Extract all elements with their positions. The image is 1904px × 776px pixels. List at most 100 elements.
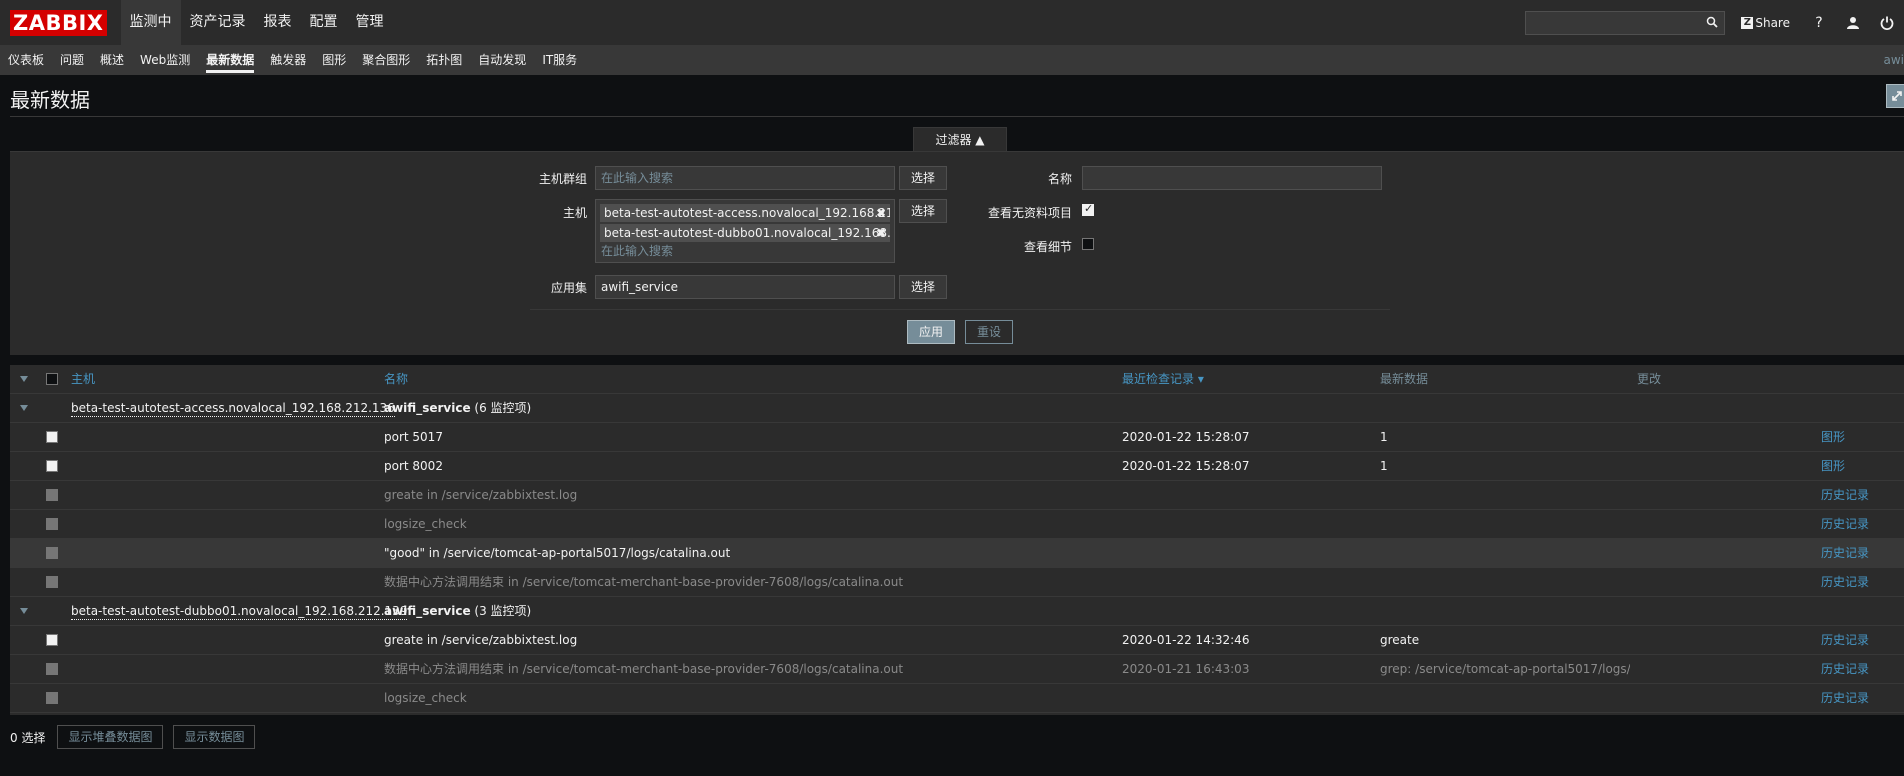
item-name: port 5017 — [384, 430, 443, 444]
data-graph-button[interactable]: 显示数据图 — [173, 725, 256, 749]
app-input[interactable]: awifi_service — [595, 275, 895, 299]
item-last-check: 2020-01-22 14:32:46 — [1122, 633, 1250, 647]
table-row: logsize_check 历史记录 — [10, 684, 1904, 713]
share-z-icon: Z — [1741, 16, 1754, 29]
subnav-problems[interactable]: 问题 — [52, 45, 92, 75]
user-profile-icon[interactable] — [1836, 0, 1870, 45]
sub-navigation: 仪表板 问题 概述 Web监测 最新数据 触发器 图形 聚合图形 拓扑图 自动发… — [0, 45, 1904, 75]
menu-reports[interactable]: 报表 — [255, 0, 301, 45]
subnav-discovery[interactable]: 自动发现 — [470, 45, 534, 75]
hostgroup-label: 主机群组 — [538, 172, 587, 186]
item-name: 数据中心方法调用结束 in /service/tomcat-merchant-b… — [384, 662, 904, 676]
host-tag: beta-test-autotest-dubbo01.novalocal_192… — [600, 224, 890, 242]
header-change: 更改 — [1637, 372, 1662, 386]
table-row: "good" in /service/tomcat-ap-portal5017/… — [10, 539, 1904, 568]
select-all-checkbox[interactable] — [46, 373, 58, 385]
table-footer: 0 选择 显示堆叠数据图 显示数据图 — [10, 725, 256, 749]
collapse-group-icon[interactable] — [20, 608, 28, 614]
item-action-link[interactable]: 图形 — [1821, 423, 1845, 451]
item-name: 数据中心方法调用结束 in /service/tomcat-merchant-b… — [384, 575, 904, 589]
menu-configuration[interactable]: 配置 — [301, 0, 347, 45]
table-row: greate in /service/zabbixtest.log 历史记录 — [10, 481, 1904, 510]
row-checkbox[interactable] — [46, 634, 58, 646]
stacked-graph-button[interactable]: 显示堆叠数据图 — [57, 725, 164, 749]
header-last-check[interactable]: 最近检查记录 ▾ — [1122, 365, 1204, 393]
subnav-overview[interactable]: 概述 — [92, 45, 132, 75]
filter-toggle-tab[interactable]: 过滤器 ▲ — [913, 127, 1007, 151]
table-row: port 8002 2020-01-22 15:28:07 1 图形 — [10, 452, 1904, 481]
host-label: 主机 — [562, 206, 587, 220]
filter-separator — [530, 309, 1390, 310]
logout-icon[interactable] — [1870, 0, 1904, 45]
menu-administration[interactable]: 管理 — [347, 0, 393, 45]
hostgroup-select-button[interactable]: 选择 — [899, 166, 947, 190]
remove-host-icon[interactable]: ✖ — [876, 224, 886, 242]
share-label: Share — [1755, 15, 1790, 30]
row-checkbox[interactable] — [46, 547, 58, 559]
subnav-graphs[interactable]: 图形 — [314, 45, 354, 75]
apply-button[interactable]: 应用 — [907, 320, 955, 344]
item-action-link[interactable]: 历史记录 — [1821, 626, 1869, 654]
item-last-value: 1 — [1380, 459, 1388, 473]
application-label: awifi_service (6 监控项) — [384, 394, 531, 422]
subnav-dashboard[interactable]: 仪表板 — [0, 45, 52, 75]
fullscreen-button[interactable] — [1886, 84, 1904, 108]
hostgroup-input[interactable]: 在此输入搜索 — [595, 166, 895, 190]
row-checkbox[interactable] — [46, 518, 58, 530]
item-action-link[interactable]: 历史记录 — [1821, 568, 1869, 596]
header-host[interactable]: 主机 — [71, 365, 95, 393]
reset-button[interactable]: 重设 — [965, 320, 1013, 344]
item-action-link[interactable]: 历史记录 — [1821, 481, 1869, 509]
subnav-screens[interactable]: 聚合图形 — [354, 45, 418, 75]
item-action-link[interactable]: 历史记录 — [1821, 539, 1869, 567]
subnav-maps[interactable]: 拓扑图 — [418, 45, 470, 75]
host-select-button[interactable]: 选择 — [899, 199, 947, 223]
item-name: greate in /service/zabbixtest.log — [384, 633, 578, 647]
collapse-all-icon[interactable] — [20, 376, 28, 382]
show-without-data-checkbox[interactable] — [1082, 202, 1094, 216]
collapse-group-icon[interactable] — [20, 405, 28, 411]
share-button[interactable]: Z Share — [1741, 16, 1790, 30]
row-checkbox[interactable] — [46, 663, 58, 675]
search-input[interactable] — [1525, 10, 1726, 35]
name-input[interactable] — [1082, 166, 1382, 190]
menu-monitoring[interactable]: 监测中 — [120, 0, 181, 45]
host-group-row: beta-test-autotest-access.novalocal_192.… — [10, 394, 1904, 423]
table-row: 数据中心方法调用结束 in /service/tomcat-merchant-b… — [10, 568, 1904, 597]
menu-inventory[interactable]: 资产记录 — [181, 0, 255, 45]
host-link[interactable]: beta-test-autotest-dubbo01.novalocal_192… — [71, 604, 408, 620]
item-name: logsize_check — [384, 517, 467, 531]
show-details-checkbox[interactable] — [1082, 238, 1094, 250]
host-search-placeholder[interactable]: 在此输入搜索 — [601, 242, 673, 259]
row-checkbox[interactable] — [46, 692, 58, 704]
header-name[interactable]: 名称 — [384, 365, 408, 393]
subnav-triggers[interactable]: 触发器 — [262, 45, 314, 75]
row-checkbox[interactable] — [46, 489, 58, 501]
host-multiselect[interactable]: beta-test-autotest-access.novalocal_192.… — [595, 199, 895, 263]
item-action-link[interactable]: 图形 — [1821, 452, 1845, 480]
subnav-web[interactable]: Web监测 — [132, 45, 198, 75]
application-name: awifi_service — [384, 401, 471, 415]
row-checkbox[interactable] — [46, 431, 58, 443]
zabbix-logo[interactable]: ZABBIX — [10, 9, 107, 36]
host-tag-label: beta-test-autotest-access.novalocal_192.… — [604, 206, 890, 220]
help-icon[interactable]: ? — [1802, 0, 1836, 45]
subnav-latest-data[interactable]: 最新数据 — [198, 45, 262, 75]
search-icon[interactable] — [1706, 16, 1718, 28]
item-last-check: 2020-01-22 15:28:07 — [1122, 430, 1250, 444]
top-bar: ZABBIX 监测中 资产记录 报表 配置 管理 Z Share ? — [0, 0, 1904, 45]
subnav-it-services[interactable]: IT服务 — [534, 45, 585, 75]
page-title: 最新数据 — [10, 88, 90, 112]
app-select-button[interactable]: 选择 — [899, 275, 947, 299]
row-checkbox[interactable] — [46, 576, 58, 588]
item-action-link[interactable]: 历史记录 — [1821, 510, 1869, 538]
row-checkbox[interactable] — [46, 460, 58, 472]
top-right-tools: Z Share ? — [1525, 0, 1904, 45]
item-action-link[interactable]: 历史记录 — [1821, 684, 1869, 712]
item-action-link[interactable]: 历史记录 — [1821, 655, 1869, 683]
host-link[interactable]: beta-test-autotest-access.novalocal_192.… — [71, 401, 395, 417]
latest-data-table: 主机 名称 最近检查记录 ▾ 最新数据 更改 beta-test-autotes… — [10, 365, 1904, 715]
item-last-value: greate — [1380, 633, 1420, 647]
remove-host-icon[interactable]: ✖ — [876, 204, 886, 222]
item-name: "good" in /service/tomcat-ap-portal5017/… — [384, 546, 731, 560]
